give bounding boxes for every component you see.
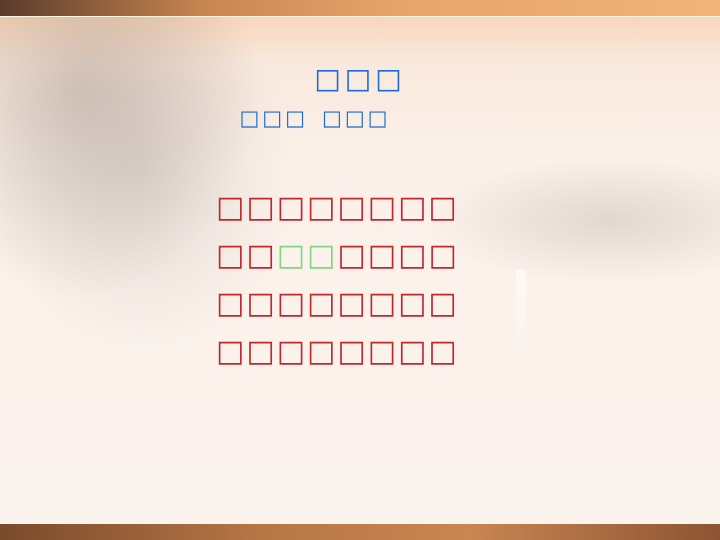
bottom-decorative-bar xyxy=(0,524,720,540)
top-divider-line xyxy=(0,16,720,17)
poem-line-text: □□ xyxy=(216,238,277,273)
poem-line-text: □□□□□□□□ xyxy=(216,334,459,369)
poem-line-3: □□□□□□□□ xyxy=(216,286,476,334)
poem-body: □□□□□□□□ □□□□□□□□ □□□□□□□□ □□□□□□□□ xyxy=(216,190,476,382)
slide: □□□ □□□ □□□ □□□□□□□□ □□□□□□□□ □□□□□□□□ □□… xyxy=(0,0,720,540)
poem-line-4: □□□□□□□□ xyxy=(216,334,476,382)
poem-line-text: □□□□□□□□ xyxy=(216,190,459,225)
poem-line-text: □□□□□□□□ xyxy=(216,286,459,321)
poem-highlight: □□ xyxy=(276,238,338,273)
poem-title: □□□ xyxy=(314,62,406,95)
water-reflection xyxy=(516,270,526,350)
author-dynasty: □□□ xyxy=(239,106,308,130)
poem-line-2: □□□□□□□□ xyxy=(216,238,476,286)
poem-author: □□□ □□□ xyxy=(0,106,630,130)
author-name: □□□ xyxy=(322,106,391,130)
poem-line-text: □□□□ xyxy=(337,238,459,273)
top-decorative-bar xyxy=(0,0,720,16)
poem-line-1: □□□□□□□□ xyxy=(216,190,476,238)
